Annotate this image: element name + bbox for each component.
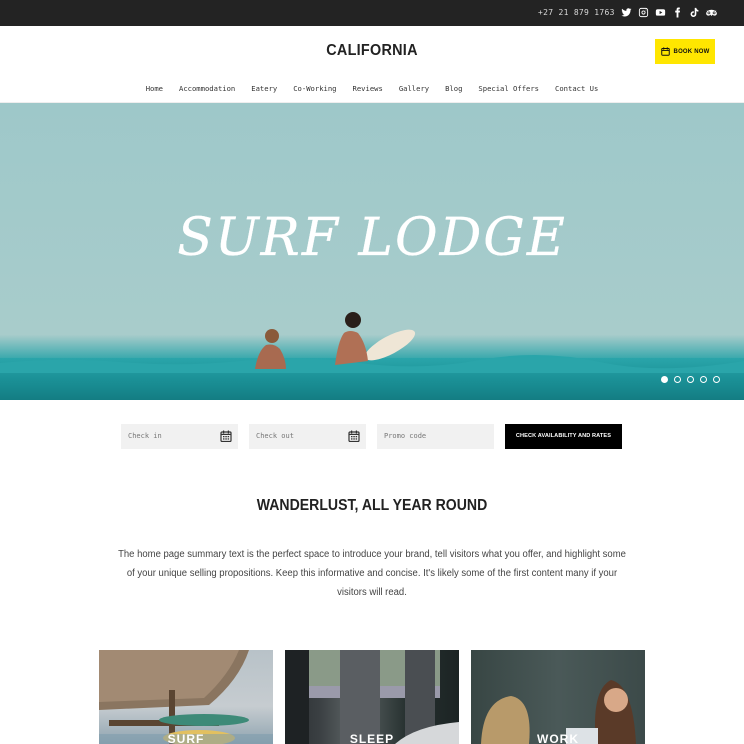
booking-form: Check in Check out Promo code CHECK AVAI… [0,424,744,449]
nav-accommodation[interactable]: Accommodation [171,84,243,93]
nav-co-working[interactable]: Co-Working [285,84,344,93]
surfers-image [255,312,416,369]
phone-number[interactable]: +27 21 879 1763 [538,8,615,17]
book-now-button[interactable]: BOOK NOW [655,39,715,64]
slider-dot-3[interactable] [687,376,694,383]
slider-dots [661,376,720,383]
check-in-field[interactable]: Check in [121,424,238,449]
nav-eatery[interactable]: Eatery [243,84,285,93]
slider-dot-4[interactable] [700,376,707,383]
promo-code-input[interactable]: Promo code [377,424,494,449]
slider-dot-1[interactable] [661,376,668,383]
instagram-icon[interactable] [638,7,649,18]
main-nav: Home Accommodation Eatery Co-Working Rev… [0,84,744,93]
site-header: CALIFORNIA BOOK NOW Home Accommodation E… [0,26,744,103]
nav-contact-us[interactable]: Contact Us [547,84,606,93]
top-bar: +27 21 879 1763 [0,0,744,26]
check-out-placeholder: Check out [256,432,294,440]
slider-dot-5[interactable] [713,376,720,383]
hero-slider: SURF LODGE [0,103,744,400]
card-sleep-label: SLEEP [349,732,395,744]
card-surf[interactable]: SURF [99,650,273,744]
calendar-icon[interactable] [220,430,232,442]
calendar-icon [660,47,670,56]
work-image [481,680,636,744]
feature-cards: SURF SLEEP WORK [0,650,744,744]
twitter-icon[interactable] [621,7,632,18]
check-out-field[interactable]: Check out [249,424,366,449]
social-links [621,7,717,18]
tripadvisor-icon[interactable] [706,7,717,18]
check-availability-button[interactable]: CHECK AVAILABILITY AND RATES [505,424,622,449]
card-sleep[interactable]: SLEEP [285,650,459,744]
surf-image [99,650,273,744]
nav-home[interactable]: Home [138,84,171,93]
check-in-placeholder: Check in [128,432,162,440]
nav-blog[interactable]: Blog [437,84,470,93]
tiktok-icon[interactable] [689,7,700,18]
facebook-icon[interactable] [672,7,683,18]
card-work-label: WORK [537,732,579,744]
hero-title: SURF LODGE [177,208,567,268]
book-now-label: BOOK NOW [673,48,710,55]
slider-dot-2[interactable] [674,376,681,383]
intro-text: The home page summary text is the perfec… [118,549,626,598]
sleep-image [285,650,459,744]
site-logo[interactable]: CALIFORNIA [37,42,707,60]
card-surf-label: SURF [167,732,205,744]
promo-code-placeholder: Promo code [384,432,427,440]
calendar-icon[interactable] [348,430,360,442]
youtube-icon[interactable] [655,7,666,18]
intro-heading: WANDERLUST, ALL YEAR ROUND [256,497,488,514]
nav-reviews[interactable]: Reviews [345,84,391,93]
card-work[interactable]: WORK [471,650,645,744]
nav-special-offers[interactable]: Special Offers [470,84,547,93]
nav-gallery[interactable]: Gallery [391,84,437,93]
